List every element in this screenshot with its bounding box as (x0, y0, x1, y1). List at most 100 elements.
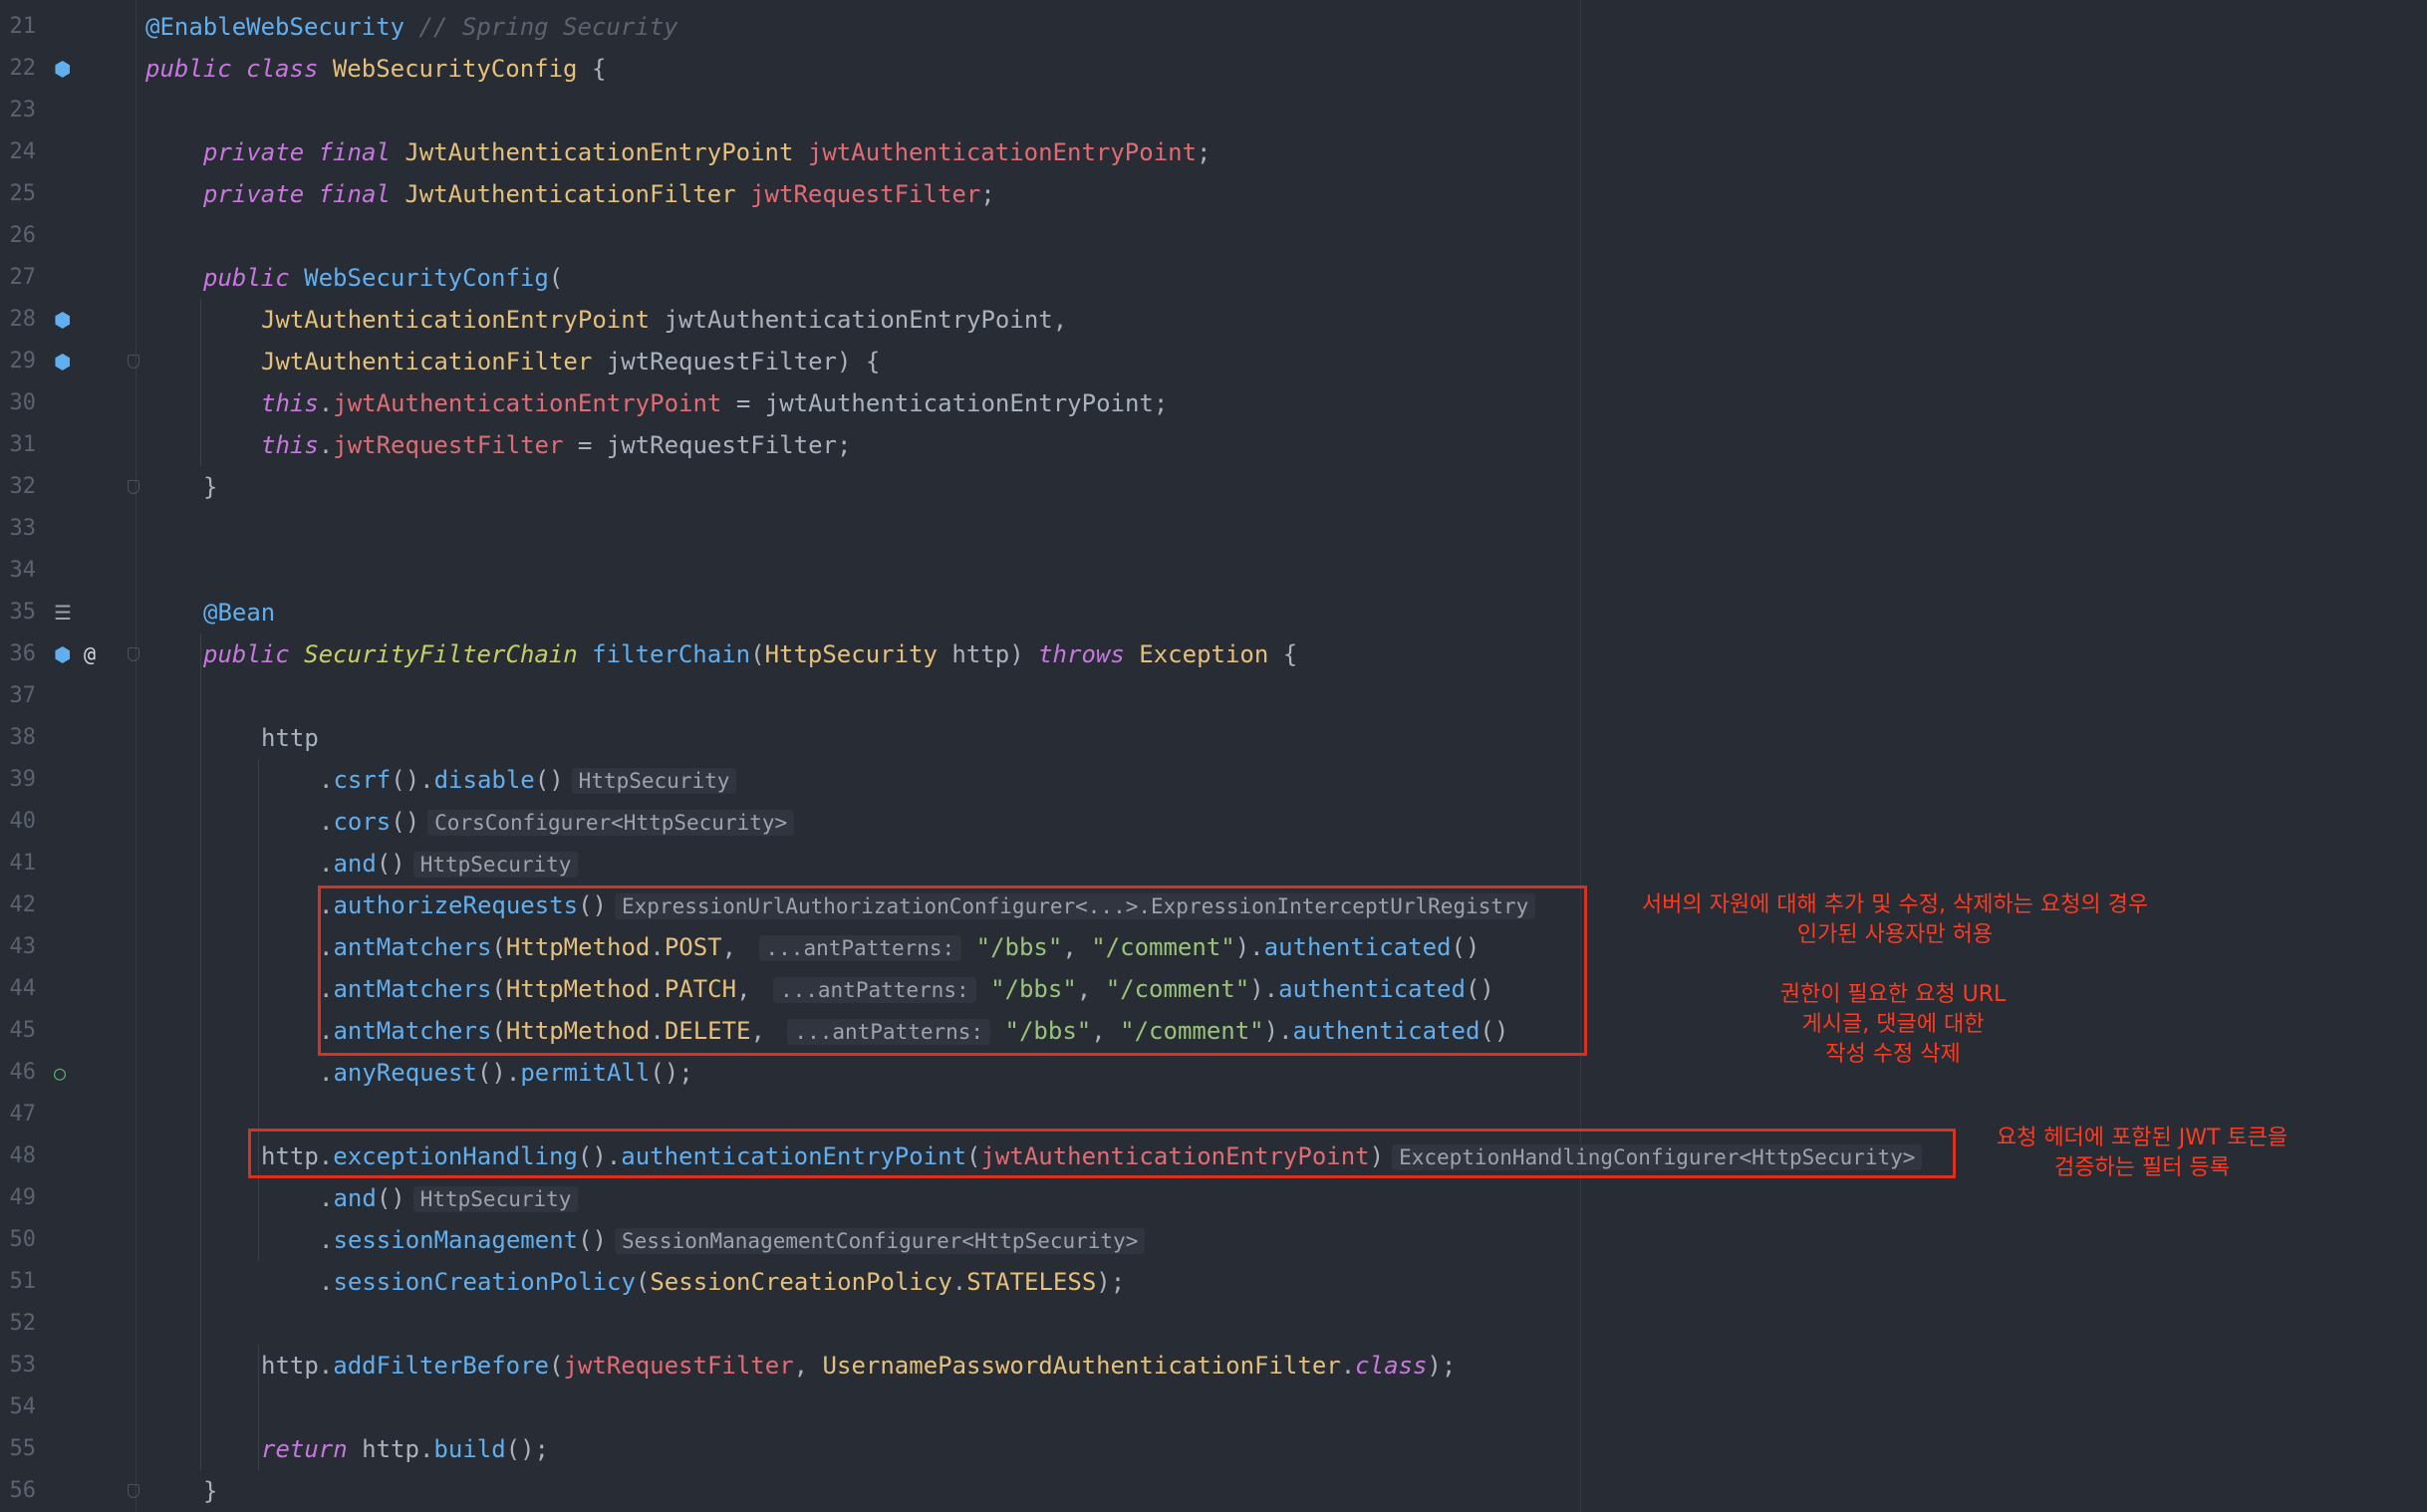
code-token: } (203, 1477, 218, 1505)
line-number: 43 (9, 934, 37, 959)
indent-guide (200, 299, 201, 466)
code-line[interactable]: 35 ☰ @Bean (0, 592, 2427, 633)
code-text[interactable]: public WebSecurityConfig( (203, 257, 563, 299)
line-number: 47 (9, 1102, 37, 1127)
code-token: final (318, 180, 391, 208)
implementation-cube-icon[interactable]: ⬢ (54, 633, 71, 675)
code-token: () (534, 766, 564, 794)
code-token: WebSecurityConfig (332, 55, 578, 83)
line-number: 54 (9, 1394, 37, 1419)
code-text[interactable]: } (203, 1470, 217, 1512)
code-text[interactable]: .sessionCreationPolicy(SessionCreationPo… (319, 1261, 1125, 1303)
code-line[interactable]: 51 .sessionCreationPolicy(SessionCreation… (0, 1261, 2427, 1303)
code-token: { (1268, 640, 1298, 668)
implementation-cube-icon[interactable]: ⬢ (54, 341, 71, 382)
code-line[interactable]: 25 private final JwtAuthenticationFilter … (0, 173, 2427, 215)
code-token: build (433, 1435, 506, 1463)
fold-marker-icon[interactable] (128, 1484, 139, 1498)
code-line[interactable]: 52 (0, 1303, 2427, 1345)
code-token: ); (1096, 1268, 1126, 1296)
code-token: throws (1038, 640, 1125, 668)
code-token: final (318, 138, 391, 166)
code-line[interactable]: 27 public WebSecurityConfig( (0, 257, 2427, 299)
code-text[interactable]: .sessionManagement() SessionManagementCon… (319, 1219, 1146, 1262)
code-text[interactable]: private final JwtAuthenticationFilter jw… (203, 173, 995, 215)
fold-marker-icon[interactable] (128, 355, 139, 369)
inspect-cube-icon[interactable]: ⬢ (54, 48, 71, 90)
code-line[interactable]: 38 http (0, 717, 2427, 759)
code-text[interactable]: private final JwtAuthenticationEntryPoin… (203, 131, 1212, 173)
code-line[interactable]: 53 http.addFilterBefore(jwtRequestFilter,… (0, 1345, 2427, 1386)
authorize-requests-highlight-box (318, 885, 1587, 1056)
code-token: ( (549, 1352, 564, 1380)
inlay-type-hint: HttpSecurity (412, 1186, 579, 1212)
line-number: 31 (9, 432, 37, 457)
implementation-cube-icon[interactable]: ⬢ (54, 299, 71, 341)
code-token: jwtAuthenticationEntryPoint (807, 138, 1198, 166)
code-token: () (376, 850, 405, 878)
code-token: . (951, 1268, 967, 1296)
code-token: http (261, 724, 319, 752)
bean-list-icon[interactable]: ☰ (54, 592, 72, 633)
line-number: 32 (9, 474, 37, 499)
code-line[interactable]: 32} (0, 466, 2427, 508)
code-text[interactable]: this.jwtRequestFilter = jwtRequestFilter… (261, 424, 851, 466)
code-text[interactable]: JwtAuthenticationEntryPoint jwtAuthentic… (261, 299, 1067, 341)
code-line[interactable]: 22 ⬢ public class WebSecurityConfig { (0, 48, 2427, 90)
code-line[interactable]: 36 ⬢ @ public SecurityFilterChain filterCha… (0, 633, 2427, 675)
code-text[interactable]: @EnableWebSecurity // Spring Security (145, 6, 678, 48)
breakpoint-circle-icon[interactable]: ○ (54, 1052, 66, 1094)
code-text[interactable]: public class WebSecurityConfig { (145, 48, 606, 90)
line-number: 39 (9, 767, 37, 792)
code-line[interactable]: 40 .cors() CorsConfigurer<HttpSecurity> (0, 801, 2427, 843)
code-token: () (391, 808, 420, 836)
code-text[interactable]: .csrf().disable() HttpSecurity (319, 759, 737, 802)
line-number: 35 (9, 600, 37, 625)
code-token: JwtAuthenticationEntryPoint (404, 138, 794, 166)
code-line[interactable]: 49 .and() HttpSecurity (0, 1177, 2427, 1219)
code-line[interactable]: 28 ⬢ JwtAuthenticationEntryPoint jwtAuthen… (0, 299, 2427, 341)
code-line[interactable]: 50 .sessionManagement() SessionManagementC… (0, 1219, 2427, 1261)
annotation-at-icon[interactable]: @ (84, 633, 96, 675)
code-text[interactable]: JwtAuthenticationFilter jwtRequestFilter… (261, 341, 880, 382)
fold-marker-icon[interactable] (128, 480, 139, 494)
code-text[interactable]: return http.build(); (261, 1428, 549, 1470)
code-token: SessionCreationPolicy (650, 1268, 952, 1296)
code-text[interactable]: .cors() CorsConfigurer<HttpSecurity> (319, 801, 795, 844)
code-text[interactable]: public SecurityFilterChain filterChain(H… (203, 633, 1297, 675)
code-token: } (203, 473, 218, 501)
code-text[interactable]: http (261, 717, 319, 759)
line-number: 25 (9, 181, 37, 206)
code-line[interactable]: 41 .and() HttpSecurity (0, 843, 2427, 884)
code-text[interactable]: http.addFilterBefore(jwtRequestFilter, U… (261, 1345, 1456, 1386)
line-number: 37 (9, 683, 37, 708)
code-line[interactable]: 54 (0, 1386, 2427, 1428)
code-line[interactable]: 31 this.jwtRequestFilter = jwtRequestFilt… (0, 424, 2427, 466)
code-line[interactable]: 29 ⬢ JwtAuthenticationFilter jwtRequestFil… (0, 341, 2427, 382)
code-text[interactable]: .and() HttpSecurity (319, 843, 579, 885)
code-token: @EnableWebSecurity (145, 13, 405, 41)
code-line[interactable]: 30 this.jwtAuthenticationEntryPoint = jwt… (0, 382, 2427, 424)
code-text[interactable]: this.jwtAuthenticationEntryPoint = jwtAu… (261, 382, 1168, 424)
code-line[interactable]: 56} (0, 1470, 2427, 1512)
code-line[interactable]: 33 (0, 508, 2427, 550)
line-number: 30 (9, 390, 37, 415)
code-line[interactable]: 55 return http.build(); (0, 1428, 2427, 1470)
code-line[interactable]: 23 (0, 90, 2427, 131)
code-line[interactable]: 24 private final JwtAuthenticationEntryPo… (0, 131, 2427, 173)
code-line[interactable]: 34 (0, 550, 2427, 592)
code-token: permitAll (520, 1059, 651, 1087)
code-line[interactable]: 26 (0, 215, 2427, 257)
code-line[interactable]: 21 @EnableWebSecurity // Spring Security (0, 6, 2427, 48)
fold-marker-icon[interactable] (128, 647, 139, 661)
inlay-type-hint: SessionManagementConfigurer<HttpSecurity… (615, 1228, 1146, 1254)
code-text[interactable]: .anyRequest().permitAll(); (319, 1052, 693, 1094)
line-number: 53 (9, 1353, 37, 1378)
code-text[interactable]: .and() HttpSecurity (319, 1177, 579, 1220)
code-text[interactable]: } (203, 466, 217, 508)
code-editor[interactable]: 21 @EnableWebSecurity // Spring Security 2… (0, 0, 2427, 1512)
code-line[interactable]: 39 .csrf().disable() HttpSecurity (0, 759, 2427, 801)
code-text[interactable]: @Bean (203, 592, 275, 633)
code-line[interactable]: 37 (0, 675, 2427, 717)
